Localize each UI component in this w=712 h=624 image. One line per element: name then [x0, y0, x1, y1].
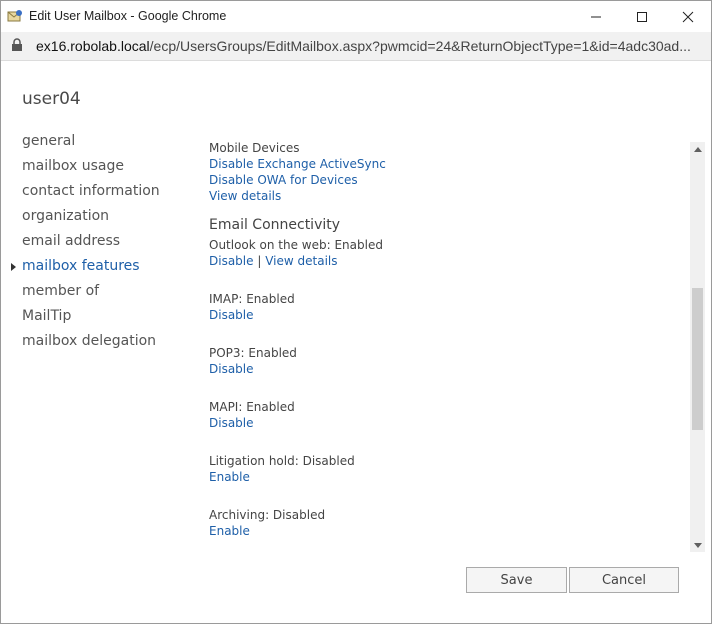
imap-disable-link[interactable]: Disable — [209, 308, 254, 322]
archiving-enable-link[interactable]: Enable — [209, 524, 250, 538]
litigation-hold-enable-link[interactable]: Enable — [209, 470, 250, 484]
title-bar: Edit User Mailbox - Google Chrome — [1, 1, 711, 32]
cancel-button[interactable]: Cancel — [569, 567, 679, 593]
mapi-status: MAPI: Enabled — [209, 400, 295, 414]
pop3-status: POP3: Enabled — [209, 346, 297, 360]
close-button[interactable] — [665, 1, 711, 32]
vertical-scrollbar[interactable] — [690, 142, 705, 552]
archiving-status: Archiving: Disabled — [209, 508, 326, 522]
nav-item-mailbox-features[interactable]: mailbox features — [22, 258, 140, 274]
nav-item-organization[interactable]: organization — [22, 208, 109, 224]
minimize-icon — [591, 16, 601, 17]
nav-item-general[interactable]: general — [22, 133, 75, 149]
nav-item-mailtip[interactable]: MailTip — [22, 308, 71, 324]
close-icon — [682, 11, 694, 22]
nav-item-contact-information[interactable]: contact information — [22, 183, 160, 199]
active-indicator-icon — [11, 263, 16, 271]
email-connectivity-heading: Email Connectivity — [209, 217, 341, 233]
owa-actions: Disable | View details — [209, 254, 338, 268]
nav-item-mailbox-usage[interactable]: mailbox usage — [22, 158, 124, 174]
litigation-hold-status: Litigation hold: Disabled — [209, 454, 355, 468]
scroll-thumb[interactable] — [692, 288, 703, 430]
nav-item-email-address[interactable]: email address — [22, 233, 120, 249]
nav-item-mailbox-delegation[interactable]: mailbox delegation — [22, 333, 156, 349]
disable-owa-devices-link[interactable]: Disable OWA for Devices — [209, 173, 358, 187]
minimize-button[interactable] — [573, 1, 619, 32]
link-separator: | — [257, 254, 262, 268]
save-button[interactable]: Save — [466, 567, 567, 593]
lock-icon — [11, 38, 23, 52]
maximize-icon — [637, 11, 647, 22]
scroll-up-icon[interactable] — [690, 142, 705, 156]
imap-status: IMAP: Enabled — [209, 292, 295, 306]
owa-view-details-link[interactable]: View details — [265, 254, 337, 268]
maximize-button[interactable] — [619, 1, 665, 32]
mapi-disable-link[interactable]: Disable — [209, 416, 254, 430]
mailbox-icon — [7, 8, 23, 24]
scroll-down-icon[interactable] — [690, 538, 705, 552]
url-path: /ecp/UsersGroups/EditMailbox.aspx?pwmcid… — [149, 38, 691, 54]
url-text[interactable]: ex16.robolab.local/ecp/UsersGroups/EditM… — [36, 38, 701, 54]
owa-status: Outlook on the web: Enabled — [209, 238, 383, 252]
page-title: user04 — [22, 89, 81, 109]
url-host: ex16.robolab.local — [36, 38, 150, 54]
nav-item-member-of[interactable]: member of — [22, 283, 99, 299]
mobile-devices-heading: Mobile Devices — [209, 141, 300, 155]
disable-activesync-link[interactable]: Disable Exchange ActiveSync — [209, 157, 386, 171]
owa-disable-link[interactable]: Disable — [209, 254, 254, 268]
browser-window: Edit User Mailbox - Google Chrome ex16.r… — [0, 0, 712, 624]
mobile-view-details-link[interactable]: View details — [209, 189, 281, 203]
window-title: Edit User Mailbox - Google Chrome — [29, 9, 227, 23]
pop3-disable-link[interactable]: Disable — [209, 362, 254, 376]
features-panel: Mobile Devices Disable Exchange ActiveSy… — [209, 141, 679, 551]
address-bar[interactable]: ex16.robolab.local/ecp/UsersGroups/EditM… — [1, 32, 711, 61]
